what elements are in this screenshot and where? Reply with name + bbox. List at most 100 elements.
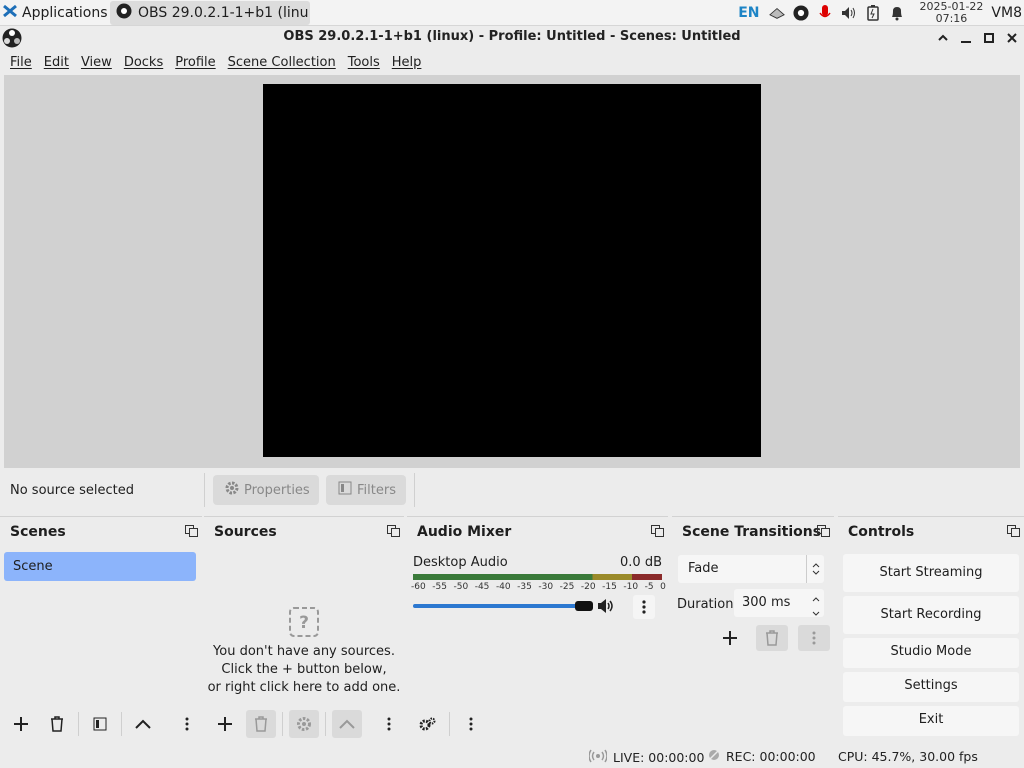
meter-tick-label: -60: [411, 582, 426, 592]
meter-tick-label: -25: [559, 582, 575, 592]
window-titlebar: OBS 29.0.2.1-1+b1 (linux) - Profile: Unt…: [0, 26, 1024, 50]
add-transition-button[interactable]: [714, 625, 746, 651]
sources-more-icon[interactable]: [374, 710, 404, 738]
duration-label: Duration: [677, 597, 734, 612]
audio-settings-button[interactable]: [413, 710, 443, 738]
menu-help[interactable]: Help: [386, 52, 428, 74]
move-scene-up-button[interactable]: [128, 710, 158, 738]
filters-button[interactable]: Filters: [326, 475, 406, 505]
microphone-icon[interactable]: [817, 5, 833, 21]
controls-title: Controls: [848, 524, 915, 540]
volume-slider-handle[interactable]: [575, 601, 593, 611]
network-icon[interactable]: [769, 5, 786, 21]
taskbar-window-button[interactable]: OBS 29.0.2.1-1+b1 (linu...: [110, 1, 310, 25]
scene-transitions-dock: Scene Transitions Fade Duration 300 ms: [672, 516, 834, 742]
audio-channel-db: 0.0 dB: [620, 555, 662, 570]
window-shade-button[interactable]: [934, 29, 951, 46]
source-properties-button[interactable]: [289, 710, 319, 738]
start-recording-button[interactable]: Start Recording: [843, 596, 1019, 634]
window-maximize-button[interactable]: [980, 29, 997, 46]
volume-meter: [413, 574, 662, 580]
divider: [449, 712, 450, 736]
taskbar-window-label: OBS 29.0.2.1-1+b1 (linu...: [138, 5, 310, 21]
undock-icon[interactable]: [185, 525, 198, 541]
scenes-more-icon[interactable]: [172, 710, 202, 738]
remove-source-button[interactable]: [246, 710, 276, 738]
duration-value: 300 ms: [742, 595, 791, 610]
meter-tick-label: -35: [517, 582, 532, 592]
applications-label: Applications: [22, 5, 108, 21]
divider: [414, 473, 415, 507]
gear-icon: [225, 481, 239, 499]
undock-icon[interactable]: [387, 525, 400, 541]
mute-speaker-icon[interactable]: [597, 598, 615, 618]
properties-button[interactable]: Properties: [213, 475, 319, 505]
duration-spinbox[interactable]: 300 ms: [734, 589, 824, 617]
source-status: No source selected: [10, 483, 134, 498]
transition-properties-icon[interactable]: [798, 625, 830, 651]
meter-tick-label: -30: [538, 582, 554, 592]
divider: [282, 712, 283, 736]
preview-canvas[interactable]: [263, 84, 761, 457]
meter-tick-label: -40: [495, 582, 511, 592]
exit-button[interactable]: Exit: [843, 706, 1019, 736]
add-scene-button[interactable]: [6, 710, 36, 738]
transition-select[interactable]: Fade: [678, 555, 824, 583]
meter-tick-label: -50: [453, 582, 469, 592]
clock[interactable]: 2025-01-22 07:16: [919, 1, 983, 25]
menu-profile[interactable]: Profile: [169, 52, 221, 74]
audio-mixer-title: Audio Mixer: [417, 524, 512, 540]
applications-menu[interactable]: Applications ⋮: [2, 2, 126, 24]
volume-slider-track[interactable]: [413, 604, 581, 608]
menu-view[interactable]: View: [75, 52, 118, 74]
volume-icon[interactable]: [841, 5, 857, 21]
sources-list[interactable]: ? You don't have any sources. Click the …: [204, 547, 404, 742]
properties-label: Properties: [244, 482, 310, 498]
keyboard-layout-indicator[interactable]: EN: [738, 5, 759, 21]
add-source-button[interactable]: [210, 710, 240, 738]
obs-tray-icon[interactable]: [793, 5, 810, 21]
chevron-updown-icon: [806, 555, 824, 583]
remove-scene-button[interactable]: [42, 710, 72, 738]
sources-title: Sources: [214, 524, 277, 540]
clock-time: 07:16: [935, 12, 968, 25]
start-streaming-button[interactable]: Start Streaming: [843, 554, 1019, 592]
cpu-usage: CPU: 45.7%, 30.00 fps: [838, 749, 978, 764]
undock-icon[interactable]: [651, 525, 664, 541]
notification-bell-icon[interactable]: [889, 5, 905, 21]
menu-edit[interactable]: Edit: [38, 52, 75, 74]
menu-scene-collection[interactable]: Scene Collection: [222, 52, 342, 74]
live-time: LIVE: 00:00:00: [613, 750, 705, 765]
battery-icon[interactable]: [865, 5, 881, 21]
settings-button[interactable]: Settings: [843, 672, 1019, 702]
window-close-button[interactable]: [1003, 29, 1020, 46]
sources-dock: Sources ? You don't have any sources. Cl…: [204, 516, 404, 742]
menu-file[interactable]: File: [4, 52, 38, 74]
remove-transition-button[interactable]: [756, 625, 788, 651]
rec-icon: [708, 749, 720, 764]
volume-meter-ticks: -60 -55 -50 -45 -40 -35 -30 -25 -20 -15 -10 -5 0: [411, 582, 666, 596]
scene-filters-button[interactable]: [85, 710, 115, 738]
scene-list-item[interactable]: Scene: [4, 552, 196, 581]
move-source-up-button[interactable]: [332, 710, 362, 738]
spin-down-icon[interactable]: [812, 606, 820, 621]
window-minimize-button[interactable]: [957, 29, 974, 46]
controls-dock: Controls Start Streaming Start Recording…: [838, 516, 1024, 742]
spin-up-icon[interactable]: [812, 591, 820, 606]
svg-text:?: ?: [299, 613, 309, 633]
audio-more-icon[interactable]: [456, 710, 486, 738]
divider: [121, 712, 122, 736]
window-title: OBS 29.0.2.1-1+b1 (linux) - Profile: Unt…: [283, 29, 741, 44]
audio-channel-menu-icon[interactable]: [633, 595, 655, 619]
audio-mixer-dock: Audio Mixer Desktop Audio 0.0 dB -60 -55-…: [407, 516, 668, 742]
meter-tick-label: -20: [580, 582, 596, 592]
undock-icon[interactable]: [817, 525, 830, 541]
menu-docks[interactable]: Docks: [118, 52, 169, 74]
menu-tools[interactable]: Tools: [342, 52, 386, 74]
rec-time: REC: 00:00:00: [726, 749, 816, 764]
sources-empty-line3: or right click here to add one.: [207, 680, 401, 695]
undock-icon[interactable]: [1007, 525, 1020, 541]
system-tray: EN 2025-01-22 07:16 VM8: [738, 0, 1024, 26]
studio-mode-button[interactable]: Studio Mode: [843, 638, 1019, 668]
menu-bar: File Edit View Docks Profile Scene Colle…: [0, 52, 1024, 74]
